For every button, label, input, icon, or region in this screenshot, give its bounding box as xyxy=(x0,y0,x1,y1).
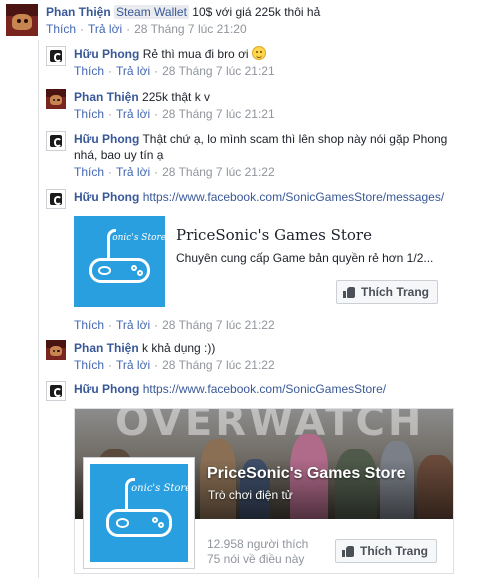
thumbs-up-icon xyxy=(343,286,355,298)
like-page-label: Thích Trang xyxy=(360,544,429,558)
reply-link[interactable]: Trả lời xyxy=(116,64,150,78)
reply-link[interactable]: Trả lời xyxy=(116,107,150,121)
reply-link[interactable]: Trả lời xyxy=(116,358,150,372)
logo-text: onic's Store xyxy=(131,482,192,494)
avatar[interactable] xyxy=(46,340,66,360)
like-page-button[interactable]: Thích Trang xyxy=(336,280,439,304)
reply-comment: Hữu Phong https://www.facebook.com/Sonic… xyxy=(46,189,444,209)
comment-text: Rẻ thì mua đi bro ơi xyxy=(142,47,249,61)
comment-text: Thật chứ ạ, lo mình scam thì lên shop nà… xyxy=(142,132,448,146)
preview-title[interactable]: PriceSonic's Games Store xyxy=(176,226,372,244)
timestamp[interactable]: 28 Tháng 7 lúc 21:22 xyxy=(162,358,275,372)
reply-comment: Hữu Phong Thật chứ ạ, lo mình scam thì l… xyxy=(46,131,447,180)
thread-line xyxy=(38,40,39,578)
like-link[interactable]: Thích xyxy=(74,318,104,332)
avatar[interactable] xyxy=(46,89,66,109)
preview-description: Chuyên cung cấp Game bản quyền rẻ hơn 1/… xyxy=(176,251,434,265)
like-link[interactable]: Thích xyxy=(74,165,104,179)
author-name[interactable]: Hữu Phong xyxy=(74,132,139,146)
avatar[interactable] xyxy=(46,46,66,66)
link-preview[interactable]: onic's Store PriceSonic's Games Store Ch… xyxy=(74,210,454,310)
comment-text: 225k thật k v xyxy=(142,90,211,104)
page-stats: 12.958 người thích 75 nói về điều này xyxy=(207,537,308,567)
timestamp[interactable]: 28 Tháng 7 lúc 21:21 xyxy=(162,64,275,78)
comment: Phan Thiện Steam Wallet 10$ với giá 225k… xyxy=(6,4,320,37)
author-name[interactable]: Phan Thiện xyxy=(74,341,139,355)
tag-mention[interactable]: Steam Wallet xyxy=(114,5,189,19)
reply-link[interactable]: Trả lời xyxy=(88,22,122,36)
comment-actions: Thích · Trả lời · 28 Tháng 7 lúc 21:22 xyxy=(74,318,275,332)
author-name[interactable]: Hữu Phong xyxy=(74,382,139,396)
likes-count: 12.958 người thích xyxy=(207,537,309,551)
author-name[interactable]: Phan Thiện xyxy=(46,5,111,19)
avatar[interactable] xyxy=(46,381,66,401)
like-link[interactable]: Thích xyxy=(46,22,76,36)
store-logo[interactable]: onic's Store xyxy=(74,216,167,307)
timestamp[interactable]: 28 Tháng 7 lúc 21:21 xyxy=(162,107,275,121)
cover-banner-text: OVERWATCH xyxy=(115,409,425,445)
avatar[interactable] xyxy=(46,189,66,209)
page-category: Trò chơi điện tử xyxy=(208,488,293,502)
author-name[interactable]: Hữu Phong xyxy=(74,190,139,204)
gamepad-icon xyxy=(105,509,173,537)
reply-link[interactable]: Trả lời xyxy=(116,165,150,179)
url-link[interactable]: https://www.facebook.com/SonicGamesStore… xyxy=(143,190,444,204)
thumbs-up-icon xyxy=(342,545,354,557)
author-name[interactable]: Hữu Phong xyxy=(74,47,139,61)
reply-comment: Phan Thiện k khả dụng :)) Thích · Trả lời ·… xyxy=(46,340,275,373)
comment-text-continued: nhá, bao uy tín ạ xyxy=(74,148,164,162)
timestamp[interactable]: 28 Tháng 7 lúc 21:20 xyxy=(134,22,247,36)
smile-emoji-icon xyxy=(251,46,266,60)
timestamp[interactable]: 28 Tháng 7 lúc 21:22 xyxy=(162,165,275,179)
avatar[interactable] xyxy=(6,4,38,36)
logo-text: onic's Store xyxy=(112,233,167,244)
comment-text: k khả dụng :)) xyxy=(142,341,216,355)
page-card[interactable]: OVERWATCH onic's Store PriceSonic's Game… xyxy=(74,408,454,574)
comment-text: 10$ với giá 225k thôi hả xyxy=(192,5,321,19)
gamepad-icon xyxy=(88,257,151,284)
reply-comment: Phan Thiện 225k thật k v Thích · Trả lời · 2… xyxy=(46,89,275,122)
like-link[interactable]: Thích xyxy=(74,358,104,372)
timestamp[interactable]: 28 Tháng 7 lúc 21:22 xyxy=(162,318,275,332)
reply-comment: Hữu Phong Rẻ thì mua đi bro ơi Thích · Trả… xyxy=(46,46,275,79)
author-name[interactable]: Phan Thiện xyxy=(74,90,139,104)
like-page-label: Thích Trang xyxy=(361,285,430,299)
like-link[interactable]: Thích xyxy=(74,64,104,78)
like-page-button[interactable]: Thích Trang xyxy=(335,539,438,563)
page-profile-picture[interactable]: onic's Store xyxy=(83,457,195,569)
like-link[interactable]: Thích xyxy=(74,107,104,121)
reply-link[interactable]: Trả lời xyxy=(116,318,150,332)
reply-comment: Hữu Phong https://www.facebook.com/Sonic… xyxy=(46,381,386,401)
talking-count: 75 nói về điều này xyxy=(207,552,305,566)
page-title[interactable]: PriceSonic's Games Store xyxy=(207,465,406,483)
url-link[interactable]: https://www.facebook.com/SonicGamesStore… xyxy=(143,382,386,396)
avatar[interactable] xyxy=(46,131,66,151)
